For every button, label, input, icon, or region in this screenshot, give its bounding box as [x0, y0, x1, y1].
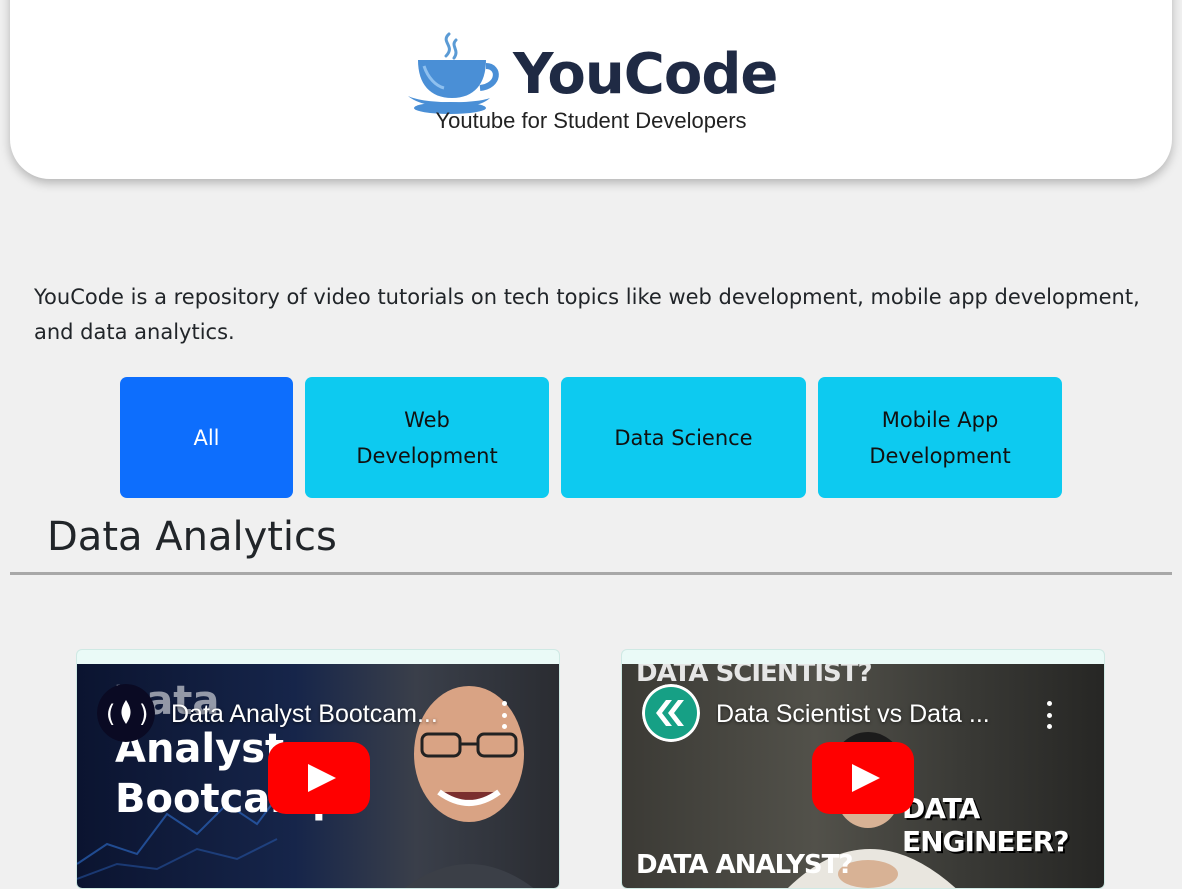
svg-text:(: (: [106, 700, 115, 728]
intro-text: YouCode is a repository of video tutoria…: [34, 285, 1140, 344]
video-title[interactable]: Data Analyst Bootcam...: [171, 700, 463, 729]
brand-tagline: Youtube for Student Developers: [435, 108, 747, 133]
svg-text:): ): [139, 700, 148, 728]
channel-avatar-icon[interactable]: ( ): [97, 684, 155, 742]
video-title[interactable]: Data Scientist vs Data ...: [716, 700, 1008, 729]
filter-mobile-app-development-button[interactable]: Mobile App Development: [818, 377, 1062, 498]
thumbnail-text-3: DATA ANALYST?: [636, 850, 853, 880]
video-embed[interactable]: DATA SCIENTIST? DATA ENGINEER? DATA ANAL…: [622, 664, 1104, 888]
section-divider: [10, 572, 1172, 575]
site-header: YouCode Youtube for Student Developers: [10, 0, 1172, 179]
section-title: Data Analytics: [47, 514, 337, 560]
youtube-play-icon[interactable]: [268, 742, 370, 814]
video-card: DATA SCIENTIST? DATA ENGINEER? DATA ANAL…: [621, 649, 1105, 889]
filter-all-button[interactable]: All: [120, 377, 293, 498]
coffee-cup-icon: [408, 32, 499, 114]
channel-avatar-icon[interactable]: [642, 684, 700, 742]
filter-data-science-button[interactable]: Data Science: [561, 377, 806, 498]
filter-web-development-button[interactable]: Web Development: [305, 377, 549, 498]
video-card: Data Analyst Bootcamp ( ) Data Analyst B…: [76, 649, 560, 889]
thumbnail-text-2: DATA ENGINEER?: [902, 792, 1069, 858]
kebab-menu-icon[interactable]: [500, 701, 508, 729]
video-embed[interactable]: Data Analyst Bootcamp ( ) Data Analyst B…: [77, 664, 559, 888]
youtube-play-icon[interactable]: [812, 742, 914, 814]
brand-title: YouCode: [513, 42, 778, 107]
kebab-menu-icon[interactable]: [1045, 701, 1053, 729]
